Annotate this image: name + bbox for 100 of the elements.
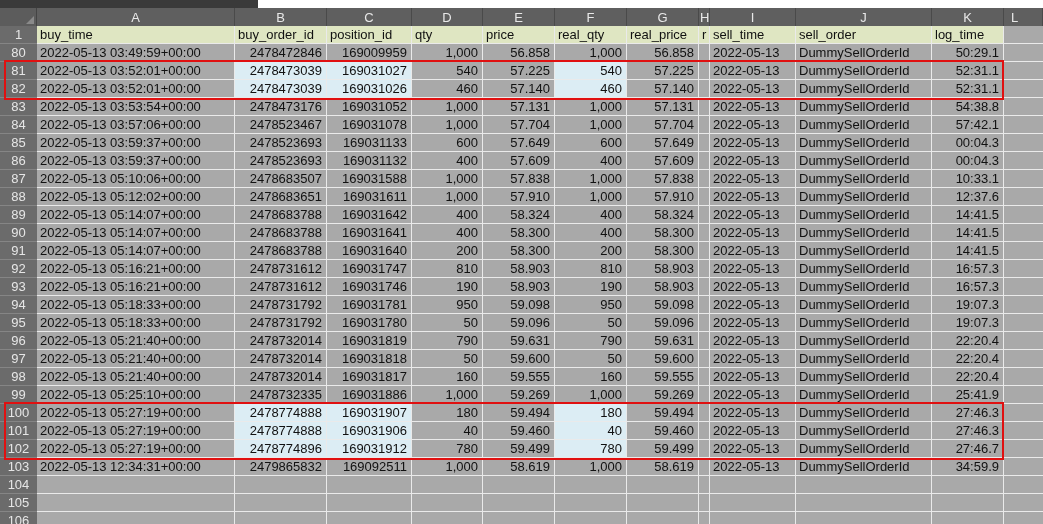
row-header[interactable]: 102 <box>0 440 37 458</box>
table-cell: 540 <box>555 62 627 80</box>
column-header[interactable]: L <box>1004 8 1043 26</box>
table-cell: 2478683788 <box>235 206 327 224</box>
row-header[interactable]: 92 <box>0 260 37 278</box>
table-cell: 2478683651 <box>235 188 327 206</box>
table-cell: 2022-05-13 05:18:33+00:00 <box>37 314 235 332</box>
row-header[interactable]: 83 <box>0 98 37 116</box>
table-cell: 600 <box>412 134 483 152</box>
table-cell: 810 <box>412 260 483 278</box>
table-cell: 2022-05-13 <box>710 332 796 350</box>
table-cell: 2478774888 <box>235 404 327 422</box>
table-cell: 59.098 <box>483 296 555 314</box>
column-header[interactable]: I <box>710 8 796 26</box>
row-header[interactable]: 103 <box>0 458 37 476</box>
table-cell: DummySellOrderId <box>796 440 932 458</box>
table-cell: 600 <box>555 134 627 152</box>
table-cell: 59.460 <box>627 422 699 440</box>
table-cell: 2022-05-13 03:52:01+00:00 <box>37 62 235 80</box>
table-cell: 2478732014 <box>235 368 327 386</box>
table-cell: 2022-05-13 <box>710 134 796 152</box>
table-cell: 2478731612 <box>235 278 327 296</box>
select-all-corner[interactable] <box>0 8 37 26</box>
table-cell: 2478683788 <box>235 242 327 260</box>
table-cell: 58.903 <box>483 278 555 296</box>
header-cell: sell_time <box>710 26 796 44</box>
column-header[interactable]: B <box>235 8 327 26</box>
table-cell: 58.903 <box>627 278 699 296</box>
header-cell: qty <box>412 26 483 44</box>
table-cell: 169031907 <box>327 404 412 422</box>
row-header[interactable]: 81 <box>0 62 37 80</box>
table-cell: DummySellOrderId <box>796 224 932 242</box>
table-cell: 1,000 <box>555 188 627 206</box>
table-cell: 460 <box>412 80 483 98</box>
table-cell: 169031132 <box>327 152 412 170</box>
row-header[interactable]: 98 <box>0 368 37 386</box>
table-cell: 00:04.3 <box>932 134 1004 152</box>
table-cell: DummySellOrderId <box>796 170 932 188</box>
row-header[interactable]: 87 <box>0 170 37 188</box>
table-cell: 2022-05-13 <box>710 116 796 134</box>
table-cell: 57.704 <box>627 116 699 134</box>
table-cell: 57.838 <box>483 170 555 188</box>
table-cell: 50 <box>412 314 483 332</box>
row-header[interactable]: 90 <box>0 224 37 242</box>
row-header[interactable]: 80 <box>0 44 37 62</box>
table-cell: 57.910 <box>483 188 555 206</box>
row-header[interactable]: 82 <box>0 80 37 98</box>
table-cell: 169031611 <box>327 188 412 206</box>
column-header[interactable]: E <box>483 8 555 26</box>
table-cell: 180 <box>555 404 627 422</box>
row-header[interactable]: 1 <box>0 26 37 44</box>
row-header[interactable]: 105 <box>0 494 37 512</box>
table-cell: 2022-05-13 05:21:40+00:00 <box>37 350 235 368</box>
header-cell: buy_time <box>37 26 235 44</box>
row-header[interactable]: 101 <box>0 422 37 440</box>
table-cell: 57.838 <box>627 170 699 188</box>
column-header[interactable]: K <box>932 8 1004 26</box>
table-cell: DummySellOrderId <box>796 314 932 332</box>
row-header[interactable]: 99 <box>0 386 37 404</box>
table-cell: 780 <box>412 440 483 458</box>
table-cell: 58.324 <box>627 206 699 224</box>
table-cell: 59.631 <box>627 332 699 350</box>
column-header[interactable]: D <box>412 8 483 26</box>
table-cell: 169031906 <box>327 422 412 440</box>
column-header[interactable]: C <box>327 8 412 26</box>
row-header[interactable]: 85 <box>0 134 37 152</box>
header-cell: real_qty <box>555 26 627 44</box>
row-header[interactable]: 89 <box>0 206 37 224</box>
table-cell: 2022-05-13 <box>710 314 796 332</box>
column-header[interactable]: G <box>627 8 699 26</box>
row-header[interactable]: 91 <box>0 242 37 260</box>
table-cell: DummySellOrderId <box>796 404 932 422</box>
table-cell: 58.300 <box>483 242 555 260</box>
row-header[interactable]: 88 <box>0 188 37 206</box>
row-header[interactable]: 93 <box>0 278 37 296</box>
table-cell: 2022-05-13 <box>710 278 796 296</box>
table-cell: 40 <box>412 422 483 440</box>
row-header[interactable]: 84 <box>0 116 37 134</box>
row-header[interactable]: 100 <box>0 404 37 422</box>
row-header[interactable]: 97 <box>0 350 37 368</box>
table-cell: 2022-05-13 05:21:40+00:00 <box>37 332 235 350</box>
row-header[interactable]: 86 <box>0 152 37 170</box>
row-header[interactable]: 94 <box>0 296 37 314</box>
table-cell: 400 <box>412 206 483 224</box>
column-header[interactable]: J <box>796 8 932 26</box>
table-cell: DummySellOrderId <box>796 206 932 224</box>
row-header[interactable]: 104 <box>0 476 37 494</box>
table-cell: 400 <box>412 224 483 242</box>
table-cell: DummySellOrderId <box>796 80 932 98</box>
table-cell: 190 <box>412 278 483 296</box>
column-header[interactable]: F <box>555 8 627 26</box>
column-header[interactable]: A <box>37 8 235 26</box>
table-cell: 2022-05-13 05:27:19+00:00 <box>37 422 235 440</box>
row-header[interactable]: 95 <box>0 314 37 332</box>
table-cell: 169031588 <box>327 170 412 188</box>
table-cell: 2022-05-13 <box>710 62 796 80</box>
table-cell: 2022-05-13 <box>710 260 796 278</box>
table-cell: 200 <box>412 242 483 260</box>
table-cell: 950 <box>412 296 483 314</box>
row-header[interactable]: 96 <box>0 332 37 350</box>
